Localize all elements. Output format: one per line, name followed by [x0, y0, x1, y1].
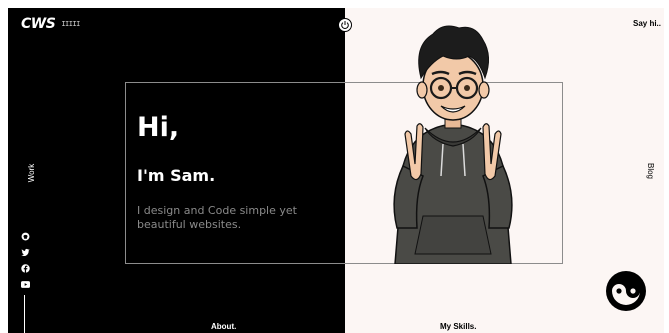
page-frame: CWS IIIII Say hi.. Work Blog Hi, I'm Sam…: [8, 8, 664, 333]
facebook-icon[interactable]: [20, 263, 30, 273]
site-logo[interactable]: CWS IIIII: [21, 16, 80, 32]
blog-link[interactable]: Blog: [636, 156, 664, 186]
hero-name: I'm Sam.: [137, 166, 216, 185]
say-hi-link[interactable]: Say hi..: [633, 19, 661, 28]
home-button[interactable]: [338, 18, 352, 32]
social-links: [19, 231, 31, 289]
power-icon: [341, 21, 349, 29]
avatar-illustration: [393, 25, 513, 264]
work-link[interactable]: Work: [16, 158, 46, 188]
youtube-icon[interactable]: [20, 279, 30, 289]
github-icon[interactable]: [20, 231, 30, 241]
logo-signature: IIIII: [61, 20, 80, 28]
logo-text: CWS: [21, 16, 56, 32]
skills-link[interactable]: My Skills.: [440, 322, 476, 331]
hero-greeting: Hi,: [137, 112, 180, 143]
about-link[interactable]: About.: [211, 322, 236, 331]
social-divider-line: [24, 295, 25, 333]
twitter-icon[interactable]: [20, 247, 30, 257]
yin-yang-icon[interactable]: [605, 270, 647, 312]
hero-tagline: I design and Code simple yet beautiful w…: [137, 204, 297, 231]
